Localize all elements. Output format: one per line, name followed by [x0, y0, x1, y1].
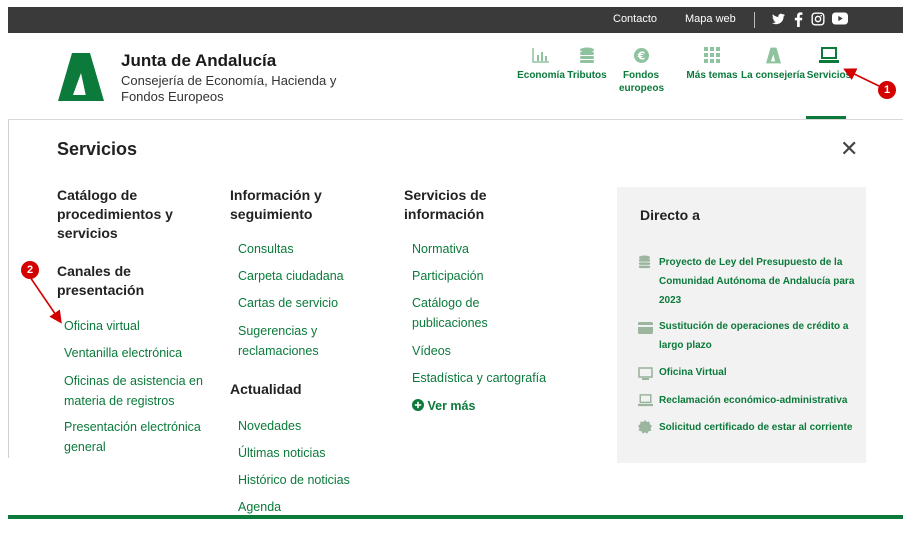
annotation-arrows: [29, 68, 880, 324]
annotation-arrow-2: [29, 276, 62, 324]
annotation-arrow-1: [843, 68, 880, 87]
annotation-marker-1: 1: [878, 81, 896, 99]
annotation-marker-2: 2: [21, 261, 39, 279]
